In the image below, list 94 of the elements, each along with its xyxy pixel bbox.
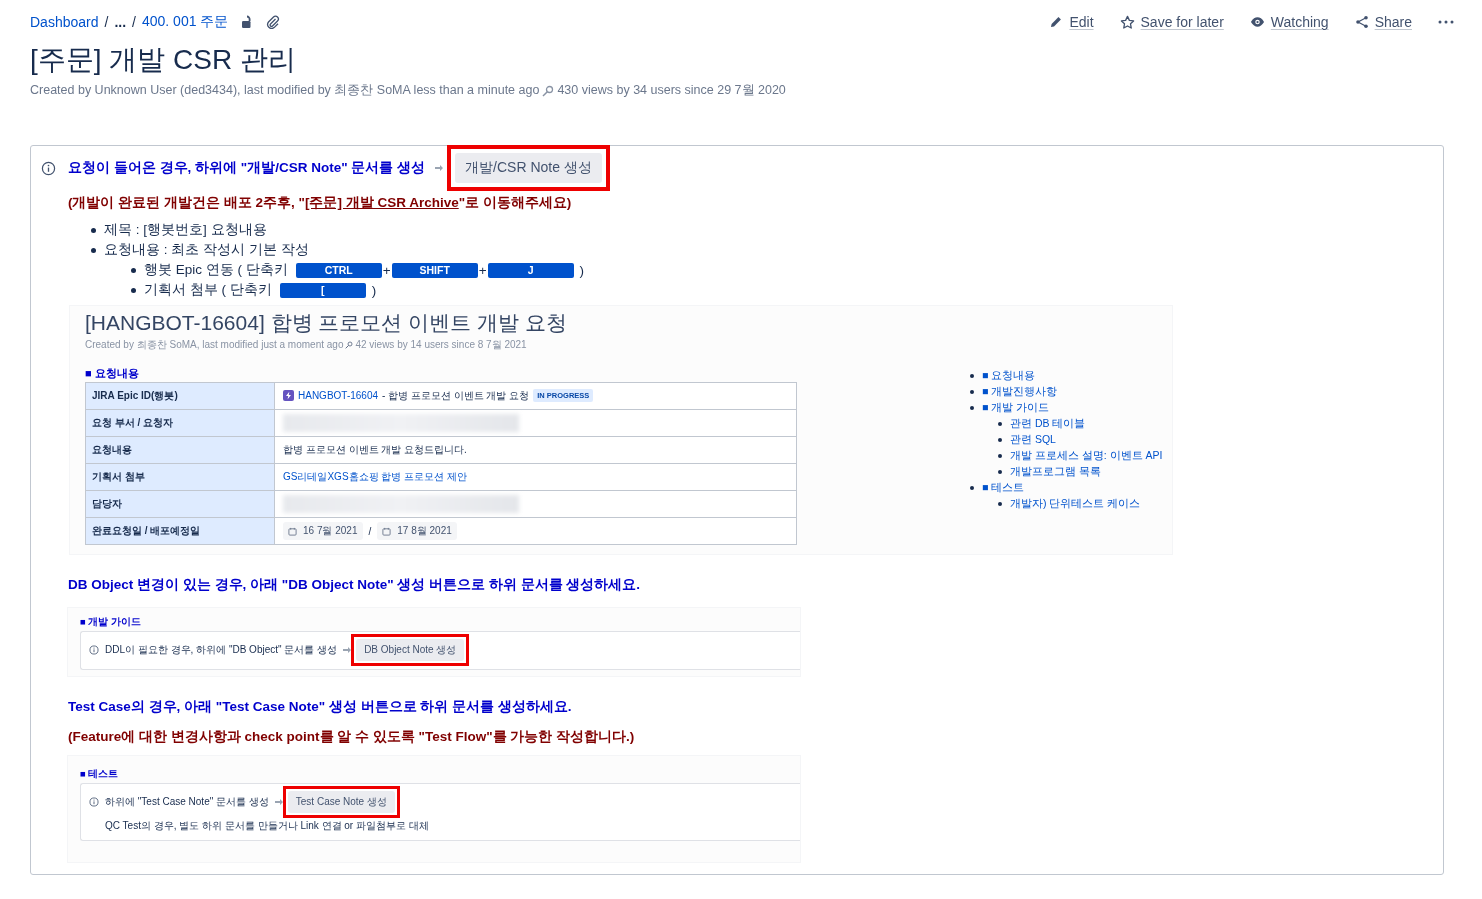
info-text: DDL이 필요한 경우, 하위에 "DB Object" 문서를 생성: [105, 643, 338, 657]
arrow-icon: [343, 647, 352, 653]
bullet-icon: [91, 227, 96, 233]
section-heading: ■ 테스트: [80, 768, 120, 781]
create-note-button[interactable]: DB Object Note 생성: [356, 639, 465, 661]
toc-link[interactable]: 개발프로그램 목록: [1010, 465, 1101, 479]
bullet-icon: [970, 486, 974, 490]
example-views: 42 views by 14 users since 8 7월 2021: [355, 338, 527, 352]
epic-icon: [283, 390, 294, 402]
list-item-text: 제목 : [행봇번호] 요청내용: [104, 221, 267, 239]
create-note-button[interactable]: 개발/CSR Note 생성: [455, 153, 602, 183]
action-button[interactable]: Watching: [1249, 14, 1329, 30]
search-icon: [542, 84, 555, 97]
bullet-icon: [91, 247, 96, 253]
breadcrumb-link[interactable]: 400. 001 주문: [141, 13, 229, 31]
date-separator: /: [368, 525, 372, 537]
info-icon: [89, 645, 99, 655]
action-button[interactable]: Edit: [1049, 14, 1094, 30]
toc-link[interactable]: 개발 프로세스 설명: 이벤트 API: [1010, 449, 1163, 463]
info-icon: [41, 160, 56, 176]
breadcrumb-link[interactable]: Dashboard: [30, 14, 99, 30]
toc-link[interactable]: ■ 개발 가이드: [982, 401, 1050, 415]
pencil-icon: [1049, 15, 1064, 29]
issue-summary: - 합병 프로모션 이벤트 개발 요청: [382, 388, 530, 403]
toc-link[interactable]: ■ 개발진행사항: [982, 385, 1058, 399]
issue-link[interactable]: HANGBOT-16604: [298, 390, 379, 402]
date-lozenge: 17 8월 2021: [377, 522, 457, 540]
bullet-icon: [998, 438, 1002, 442]
toc-link[interactable]: ■ 테스트: [982, 481, 1025, 495]
table-header-cell: 완료요청일 / 배포예정일: [85, 517, 275, 545]
bullet-icon: [970, 374, 974, 378]
plus-sign: +: [382, 262, 391, 278]
bullet-icon: [998, 470, 1002, 474]
toc-link[interactable]: ■ 요청내용: [982, 369, 1036, 383]
document-link[interactable]: GS리테일XGS홈쇼핑 합병 프로모션 제안: [283, 471, 467, 482]
search-icon: [345, 341, 354, 349]
section-heading: ■ 요청내용: [85, 366, 140, 381]
arrow-icon: [274, 799, 283, 805]
page-byline: Created by Unknown User (ded3434), last modified by 최종찬 SoMA less than a minute ago: [30, 82, 540, 99]
info-icon: [89, 797, 99, 807]
table-header-cell: JIRA Epic ID(행봇): [85, 382, 275, 410]
star-icon: [1119, 14, 1135, 30]
bullet-icon: [970, 390, 974, 394]
page-views: 430 views by 34 users since 29 7월 2020: [557, 82, 786, 99]
shortcut-key: SHIFT: [391, 262, 478, 278]
share-icon: [1354, 15, 1369, 29]
table-header-cell: 담당자: [85, 490, 275, 518]
breadcrumb-ellipsis[interactable]: ...: [114, 14, 127, 30]
create-note-button[interactable]: Test Case Note 생성: [287, 791, 395, 813]
calendar-icon: [382, 526, 392, 536]
action-button[interactable]: Share: [1354, 14, 1412, 30]
section-heading: Test Case의 경우, 아래 "Test Case Note" 생성 버튼으로 하위 문서를 생성하세요.: [68, 698, 573, 716]
more-icon[interactable]: [1438, 20, 1454, 24]
bullet-icon: [970, 406, 974, 410]
bullet-icon: [131, 287, 136, 293]
shortcut-key: [: [279, 282, 366, 298]
notice-text: (개발이 완료된 개발건은 배포 2주후, "[주문] 개발 CSR Archive"로 이동해주세요): [68, 194, 573, 212]
table-header-cell: 요청 부서 / 요청자: [85, 409, 275, 437]
attachment-icon[interactable]: [266, 15, 281, 29]
toc-link[interactable]: 관련 DB 테이블: [1010, 417, 1086, 431]
eye-icon: [1249, 16, 1265, 28]
info-text: 하위에 "Test Case Note" 문서를 생성: [105, 795, 269, 809]
breadcrumb-separator: /: [132, 14, 136, 30]
shortcut-key: CTRL: [295, 262, 382, 278]
toc-link[interactable]: 관련 SQL: [1010, 433, 1056, 447]
shortcut-key: J: [487, 262, 574, 278]
table-header-cell: 기획서 첨부: [85, 463, 275, 491]
info-text: QC Test의 경우, 별도 하위 문서를 만들거나 Link 연결 or 파일첨부로 대체: [105, 819, 430, 833]
bullet-icon: [998, 454, 1002, 458]
example-title: [HANGBOT-16604] 합병 프로모션 이벤트 개발 요청: [85, 310, 568, 336]
bullet-icon: [998, 422, 1002, 426]
action-button[interactable]: Save for later: [1119, 14, 1224, 30]
example-byline: Created by 최종찬 SoMA, last modified just a moment ago: [85, 338, 344, 352]
table-header-cell: 요청내용: [85, 436, 275, 464]
page-title: [주문] 개발 CSR 관리: [30, 43, 297, 77]
section-heading: DB Object 변경이 있는 경우, 아래 "DB Object Note" 생성 버튼으로 하위 문서를 생성하세요.: [68, 576, 642, 594]
table-cell: 합병 프로모션 이벤트 개발 요청드립니다.: [283, 444, 467, 455]
list-item-text: 행봇 Epic 연동 ( 단축키: [144, 261, 288, 279]
closing-paren: ): [371, 282, 377, 298]
toc-link[interactable]: 개발자) 단위테스트 케이스: [1010, 497, 1141, 511]
bullet-icon: [131, 267, 136, 273]
notice-text: (Feature에 대한 변경사항과 check point를 알 수 있도록 "Test Flow"를 가능한 작성합니다.): [68, 728, 636, 746]
list-item-text: 요청내용 : 최초 작성시 기본 작성: [104, 241, 309, 259]
arrow-icon: [435, 165, 444, 171]
breadcrumb-separator: /: [104, 14, 109, 30]
intro-text: 요청이 들어온 경우, 하위에 "개발/CSR Note" 문서를 생성: [68, 159, 426, 177]
list-item-text: 기획서 첨부 ( 단축키: [144, 281, 272, 299]
date-lozenge: 16 7월 2021: [283, 522, 363, 540]
closing-paren: ): [579, 262, 585, 278]
bullet-icon: [998, 502, 1002, 506]
section-heading: ■ 개발 가이드: [80, 616, 143, 629]
plus-sign: +: [478, 262, 487, 278]
archive-link[interactable]: [주문] 개발 CSR Archive: [304, 195, 459, 210]
calendar-icon: [288, 526, 297, 536]
